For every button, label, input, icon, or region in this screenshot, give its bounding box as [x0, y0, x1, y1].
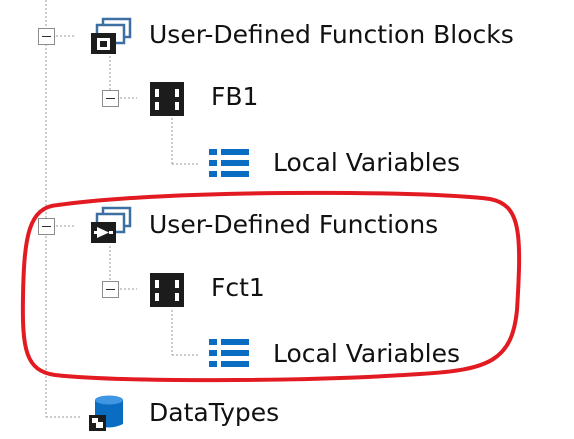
block-icon	[148, 80, 188, 124]
project-tree: User-Defined Function Blocks FB1 Local V…	[0, 0, 574, 435]
collapse-toggle[interactable]	[102, 90, 119, 107]
tree-node-local-variables[interactable]: Local Variables	[0, 330, 574, 380]
tree-node-datatypes[interactable]: DataTypes	[0, 392, 574, 435]
collapse-toggle[interactable]	[38, 218, 55, 235]
tree-node-local-variables[interactable]: Local Variables	[0, 140, 574, 190]
tree-node-user-defined-function-blocks[interactable]: User-Defined Function Blocks	[0, 0, 574, 72]
function-folder-icon	[87, 206, 135, 250]
list-icon	[207, 146, 253, 186]
tree-node-label: Local Variables	[273, 339, 460, 368]
tree-node-label: Local Variables	[273, 148, 460, 177]
list-icon	[207, 336, 253, 376]
block-icon	[148, 271, 188, 315]
collapse-toggle[interactable]	[38, 28, 55, 45]
tree-node-label: FB1	[211, 82, 259, 111]
collapse-toggle[interactable]	[102, 281, 119, 298]
tree-node-user-defined-functions[interactable]: User-Defined Functions	[0, 196, 574, 256]
tree-node-label: User-Defined Function Blocks	[149, 20, 514, 49]
tree-node-fb1[interactable]: FB1	[0, 72, 574, 132]
tree-node-fct1[interactable]: Fct1	[0, 262, 574, 322]
tree-node-label: DataTypes	[149, 398, 280, 427]
database-icon	[87, 394, 129, 439]
tree-node-label: Fct1	[211, 273, 265, 302]
tree-node-label: User-Defined Functions	[149, 210, 439, 239]
function-block-folder-icon	[87, 17, 135, 61]
